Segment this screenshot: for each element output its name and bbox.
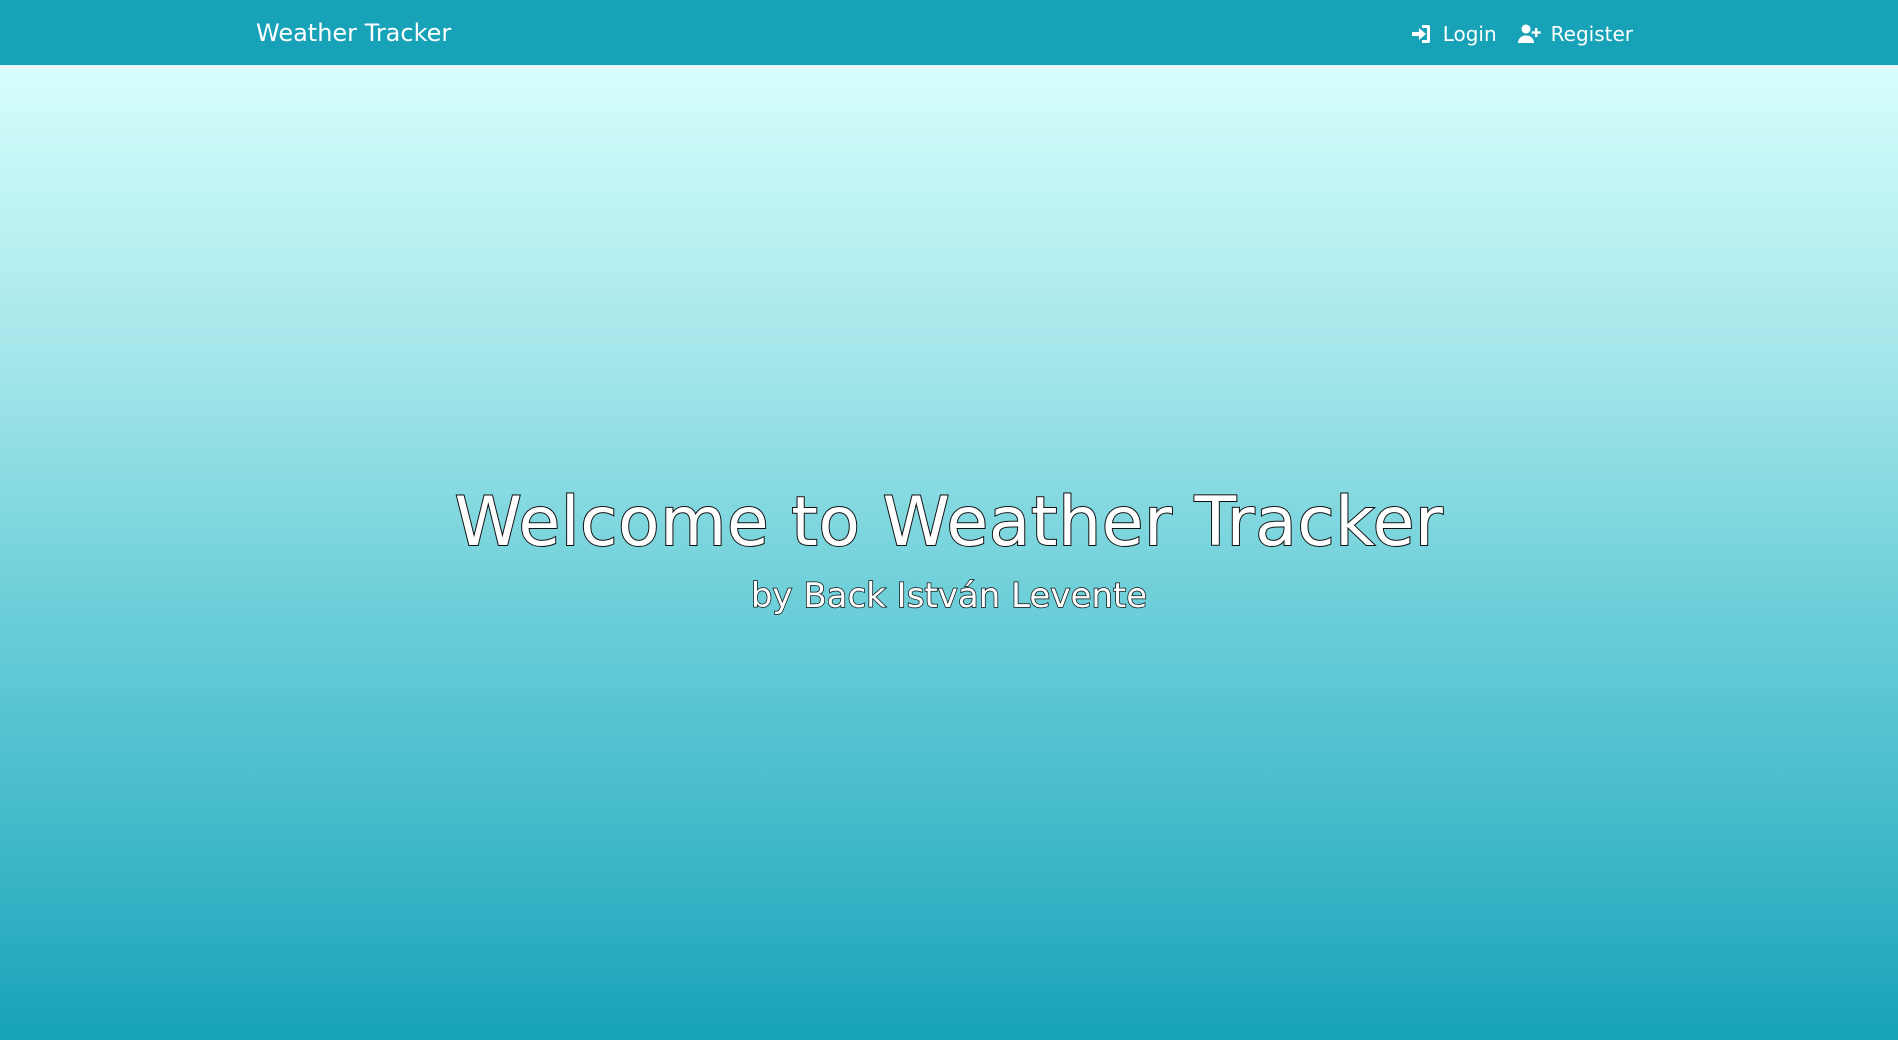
hero-subtitle: by Back István Levente [750, 576, 1148, 616]
login-label: Login [1442, 22, 1497, 46]
nav-links: Login Register [1409, 22, 1633, 46]
login-link[interactable]: Login [1409, 22, 1497, 46]
page-bottom-edge [0, 1040, 1898, 1044]
register-link[interactable]: Register [1517, 22, 1633, 46]
user-plus-icon [1517, 22, 1541, 46]
navbar: Weather Tracker Login Register [0, 0, 1898, 69]
hero-section: Welcome to Weather Tracker by Back Istvá… [0, 69, 1898, 1040]
brand-link[interactable]: Weather Tracker [256, 19, 451, 48]
sign-in-icon [1409, 22, 1433, 46]
hero-title: Welcome to Weather Tracker [454, 483, 1444, 562]
register-label: Register [1550, 22, 1633, 46]
